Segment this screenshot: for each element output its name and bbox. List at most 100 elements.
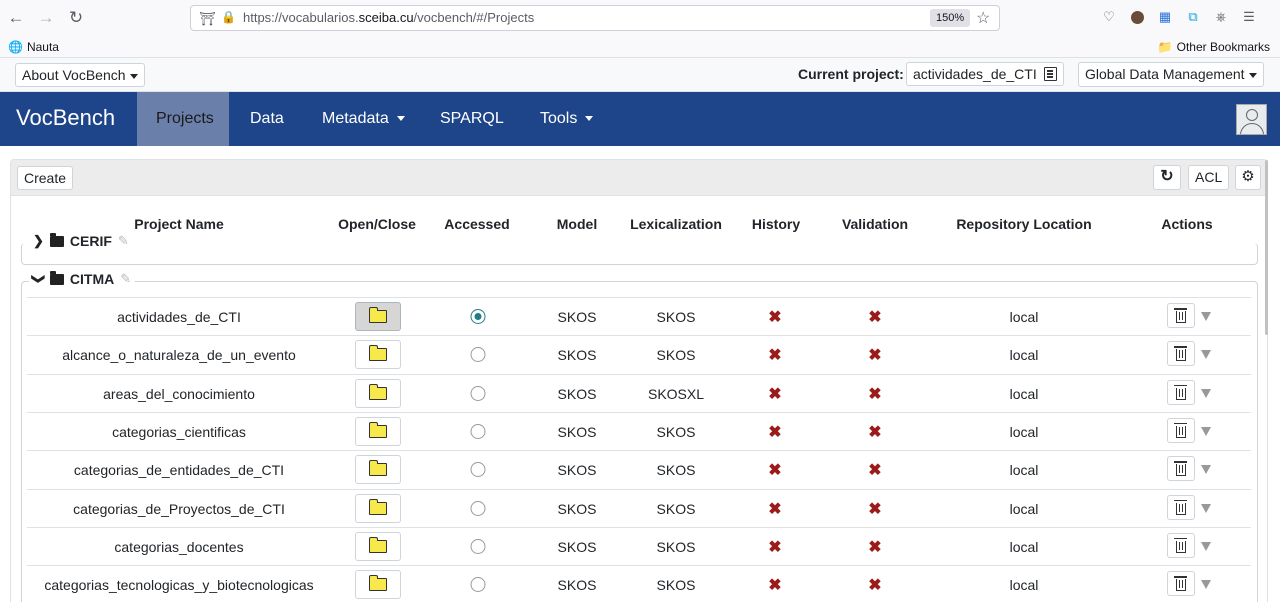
history-x-icon: ✖ [768,385,782,403]
accessed-radio[interactable] [470,538,486,554]
gear-icon: ⚙ [1241,168,1255,185]
group-cerif-legend[interactable]: ❯ CERIF ✎ [29,232,133,249]
global-data-label: Global Data Management [1085,66,1245,82]
open-close-button[interactable] [355,340,401,370]
current-project-field[interactable]: actividades_de_CTI [906,62,1064,86]
open-close-button[interactable] [355,570,401,600]
accessed-radio[interactable] [470,500,486,516]
pencil-icon[interactable]: ✎ [118,233,129,249]
table-row: alcance_o_naturaleza_de_un_evento SKOS S… [27,335,1251,373]
open-close-button[interactable] [355,493,401,523]
extension-doc-icon[interactable]: ▦ [1156,8,1174,26]
actions-dropdown-icon[interactable] [1201,350,1211,360]
group-citma-label: CITMA [69,271,115,287]
nav-tools[interactable]: Tools [521,92,612,146]
col-repository-location: Repository Location [956,216,1092,232]
nav-sparql[interactable]: SPARQL [421,92,523,146]
open-close-button[interactable] [355,416,401,446]
delete-button[interactable] [1167,571,1195,597]
accessed-radio[interactable] [470,577,486,593]
open-close-button[interactable] [355,378,401,408]
model-value: SKOS [557,538,597,555]
chevron-down-icon[interactable]: ❯ [30,274,46,285]
trash-icon [1174,422,1187,438]
col-accessed: Accessed [444,216,510,232]
back-icon[interactable]: ← [6,8,26,28]
chevron-down-icon [585,116,594,122]
refresh-button[interactable]: ↻ [1153,165,1181,190]
shield-icon[interactable]: ⛩ [199,11,216,27]
bookmark-star-icon[interactable]: ☆ [976,8,990,28]
vocbench-topbar: About VocBench Current project: activida… [0,58,1280,92]
menu-icon[interactable]: ☰ [1240,8,1258,26]
global-data-dropdown[interactable]: Global Data Management [1078,62,1264,87]
accessed-radio[interactable] [470,385,486,401]
actions-dropdown-icon[interactable] [1201,580,1211,590]
accessed-radio[interactable] [470,462,486,478]
lock-icon[interactable]: 🔒 [221,10,236,24]
extensions-icon[interactable]: ⎈ [1212,8,1230,26]
group-citma-legend[interactable]: ❯ CITMA ✎ [29,270,136,287]
zoom-badge[interactable]: 150% [930,9,971,27]
lexicalization-value: SKOS [656,347,696,364]
actions-dropdown-icon[interactable] [1201,541,1211,551]
pencil-icon[interactable]: ✎ [120,271,131,287]
history-x-icon: ✖ [768,500,782,518]
bookmark-other[interactable]: 📁 Other Bookmarks [1158,40,1270,54]
open-close-button[interactable] [355,531,401,561]
trash-icon [1174,308,1187,323]
url-bar[interactable]: ⛩ 🔒 https://vocabularios.sceiba.cu/vocbe… [190,5,1000,31]
repository-location: local [1009,577,1039,594]
trash-icon [1174,537,1187,553]
nav-data-label: Data [250,110,284,127]
actions-dropdown-icon[interactable] [1201,503,1211,513]
lexicalization-value: SKOSXL [647,385,705,402]
accessed-radio[interactable] [470,309,486,324]
delete-button[interactable] [1167,456,1195,482]
project-list-icon[interactable] [1044,67,1057,81]
settings-button[interactable]: ⚙ [1235,165,1261,190]
open-close-button[interactable] [355,455,401,485]
actions-dropdown-icon[interactable] [1201,426,1211,436]
model-value: SKOS [557,423,597,440]
chevron-right-icon[interactable]: ❯ [33,233,44,249]
reload-icon[interactable]: ↻ [66,8,86,28]
nav-data[interactable]: Data [231,92,303,146]
delete-button[interactable] [1167,417,1195,443]
forward-icon[interactable]: → [36,8,56,28]
history-x-icon: ✖ [768,347,782,365]
brand[interactable]: VocBench [16,105,115,131]
extension-copy-icon[interactable]: ⧉ [1184,8,1202,26]
projects-panel: Create ↻ ACL ⚙ Project Name Open/Close A… [10,159,1268,602]
accessed-radio[interactable] [470,347,486,363]
table-row: categorias_tecnologicas_y_biotecnologica… [27,565,1251,602]
trash-icon [1174,499,1187,515]
scrollbar[interactable] [1265,160,1268,335]
delete-button[interactable] [1167,494,1195,520]
actions-dropdown-icon[interactable] [1201,388,1211,398]
url-text[interactable]: https://vocabularios.sceiba.cu/vocbench/… [243,10,534,25]
bookmark-nauta-label: Nauta [26,40,59,54]
about-dropdown[interactable]: About VocBench [15,63,145,87]
create-button[interactable]: Create [17,166,74,190]
acl-button[interactable]: ACL [1188,165,1230,190]
model-value: SKOS [557,309,597,325]
main-navbar: VocBench Projects Data Metadata SPARQL T… [0,92,1280,146]
folder-icon [369,345,387,362]
pocket-icon[interactable]: ♡ [1100,8,1118,26]
user-avatar[interactable] [1236,104,1267,135]
nav-metadata[interactable]: Metadata [303,92,424,146]
delete-button[interactable] [1167,303,1195,328]
open-close-button[interactable] [355,302,401,331]
profile-icon[interactable] [1128,8,1146,26]
history-x-icon: ✖ [768,462,782,480]
delete-button[interactable] [1167,532,1195,558]
actions-dropdown-icon[interactable] [1201,312,1211,321]
delete-button[interactable] [1167,379,1195,405]
nav-projects[interactable]: Projects [137,92,229,146]
project-name: categorias_de_Proyectos_de_CTI [73,500,285,517]
actions-dropdown-icon[interactable] [1201,465,1211,475]
bookmark-nauta[interactable]: 🌐 Nauta [8,40,59,54]
accessed-radio[interactable] [470,423,486,439]
delete-button[interactable] [1167,341,1195,367]
